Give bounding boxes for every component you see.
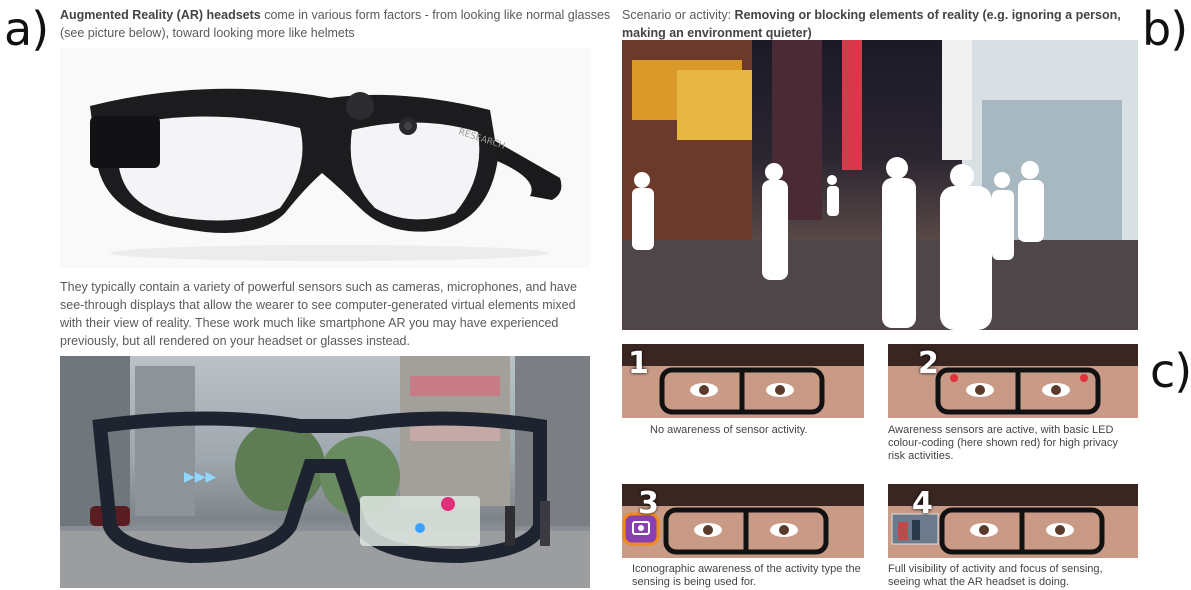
awareness-caption-4: Full visibility of activity and focus of…	[888, 563, 1103, 588]
ar-street-illustration: ▶▶▶	[60, 356, 590, 588]
masked-street-illustration	[622, 40, 1138, 330]
panel-label-c: c)	[1150, 344, 1191, 398]
scenario-text: Scenario or activity: Removing or blocki…	[622, 6, 1142, 42]
awareness-image-4: 4	[888, 484, 1138, 558]
ar-glasses-illustration: RESEARCH	[90, 88, 562, 261]
panel-label-b: b)	[1142, 2, 1188, 56]
ar-intro-text: Augmented Reality (AR) headsets come in …	[60, 6, 620, 42]
awareness-caption-2: Awareness sensors are active, with basic…	[888, 424, 1118, 462]
awareness-number-4: 4	[912, 486, 933, 521]
ar-glasses-image: RESEARCH	[60, 48, 590, 268]
awareness-number-3: 3	[638, 486, 659, 521]
awareness-number-2: 2	[918, 346, 939, 381]
awareness-caption-3: Iconographic awareness of the activity t…	[632, 563, 861, 588]
scenario-prefix: Scenario or activity:	[622, 8, 735, 22]
awareness-image-2: 2	[888, 344, 1138, 418]
panel-label-a: a)	[4, 2, 49, 56]
awareness-image-1: 1	[622, 344, 864, 418]
glasses-face-1	[622, 344, 864, 415]
awareness-image-3: 3	[622, 484, 864, 558]
red-led-left	[950, 374, 958, 382]
awareness-number-1: 1	[628, 346, 649, 381]
ar-street-view-image: ▶▶▶	[60, 356, 590, 588]
red-led-right	[1080, 374, 1088, 382]
ar-sensors-paragraph: They typically contain a variety of powe…	[60, 280, 577, 348]
svg-text:▶▶▶: ▶▶▶	[184, 469, 217, 485]
ar-intro-bold: Augmented Reality (AR) headsets	[60, 8, 261, 22]
masked-street-image	[622, 40, 1138, 330]
awareness-caption-1: No awareness of sensor activity.	[650, 424, 808, 436]
